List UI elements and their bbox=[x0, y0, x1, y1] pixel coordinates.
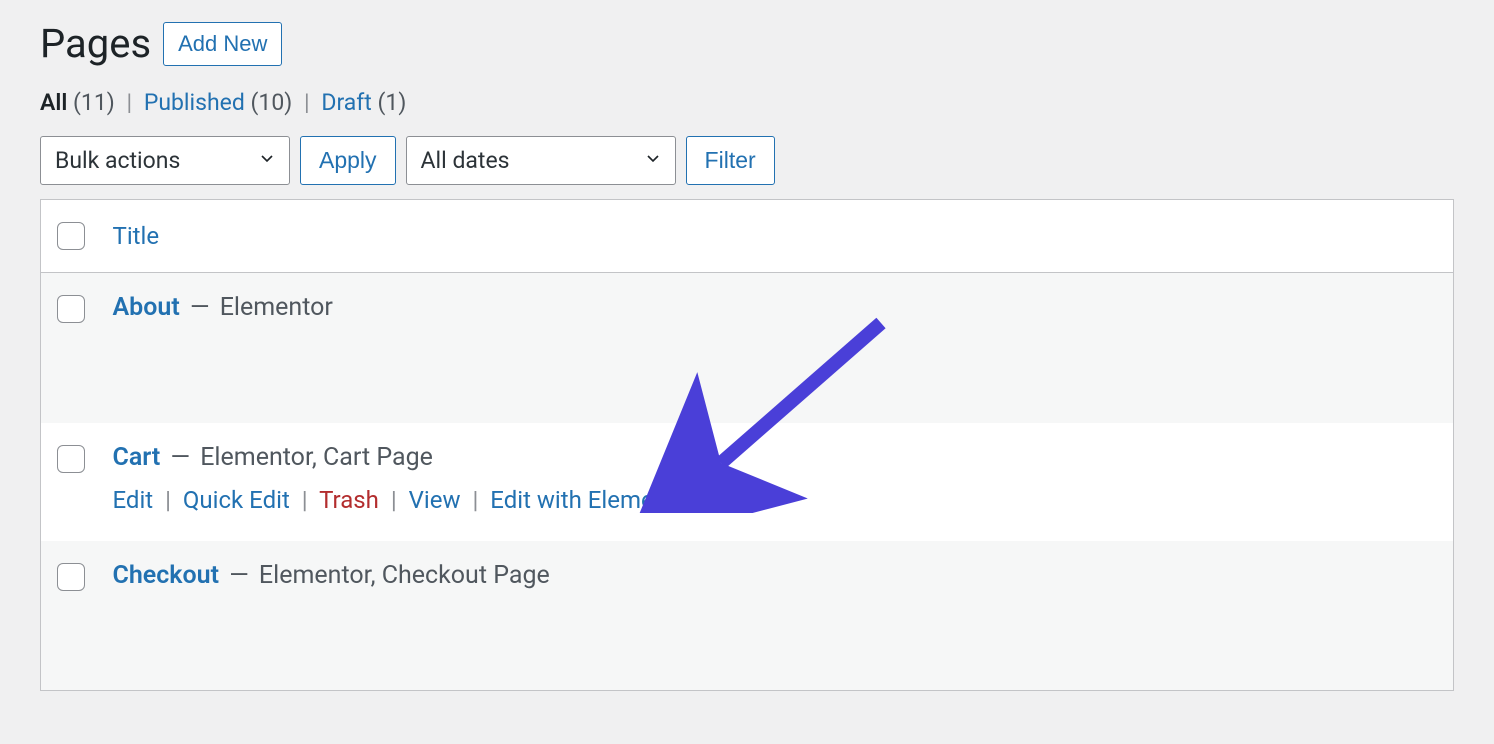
title-separator: — bbox=[229, 561, 249, 590]
bulk-actions-select[interactable]: Bulk actions bbox=[40, 136, 290, 185]
page-suffix: Elementor, Checkout Page bbox=[259, 561, 550, 590]
table-row: About — Elementor bbox=[41, 273, 1454, 423]
filter-published-label: Published bbox=[144, 89, 245, 116]
filter-published[interactable]: Published (10) bbox=[144, 89, 298, 116]
page-title: Pages bbox=[40, 20, 151, 67]
filter-published-count: (10) bbox=[251, 89, 293, 116]
page-suffix: Elementor bbox=[220, 293, 333, 322]
quick-edit-link[interactable]: Quick Edit bbox=[183, 486, 290, 514]
filter-draft[interactable]: Draft (1) bbox=[321, 89, 406, 116]
filter-draft-count: (1) bbox=[378, 89, 407, 116]
page-suffix: Elementor, Cart Page bbox=[200, 443, 433, 472]
filter-all[interactable]: All (11) bbox=[40, 89, 120, 116]
page-title-link[interactable]: Checkout bbox=[113, 561, 219, 590]
title-separator: — bbox=[170, 443, 190, 472]
row-checkbox[interactable] bbox=[57, 445, 85, 473]
status-filter-links: All (11) | Published (10) | Draft (1) bbox=[40, 89, 1454, 116]
chevron-down-icon bbox=[643, 147, 663, 174]
row-checkbox[interactable] bbox=[57, 563, 85, 591]
edit-link[interactable]: Edit bbox=[113, 486, 154, 514]
filter-all-label: All bbox=[40, 89, 67, 116]
bulk-actions-label: Bulk actions bbox=[55, 147, 180, 174]
row-checkbox[interactable] bbox=[57, 295, 85, 323]
edit-with-elementor-link[interactable]: Edit with Elementor bbox=[490, 486, 696, 514]
table-row: Cart — Elementor, Cart Page Edit | Quick… bbox=[41, 423, 1454, 541]
table-row: Checkout — Elementor, Checkout Page bbox=[41, 541, 1454, 691]
filter-toolbar: Bulk actions Apply All dates Filter bbox=[40, 136, 1454, 185]
add-new-button[interactable]: Add New bbox=[163, 22, 282, 66]
select-all-checkbox[interactable] bbox=[57, 222, 85, 250]
trash-link[interactable]: Trash bbox=[319, 486, 379, 514]
filter-all-count: (11) bbox=[73, 89, 115, 116]
title-separator: — bbox=[190, 293, 210, 322]
dates-select[interactable]: All dates bbox=[406, 136, 676, 185]
row-actions: Edit | Quick Edit | Trash | View | Edit … bbox=[113, 486, 1442, 514]
view-link[interactable]: View bbox=[409, 486, 461, 514]
pages-table: Title About — Elementor Cart bbox=[40, 199, 1454, 691]
filter-draft-label: Draft bbox=[321, 89, 371, 116]
apply-button[interactable]: Apply bbox=[300, 136, 396, 185]
filter-button[interactable]: Filter bbox=[686, 136, 775, 185]
table-header-row: Title bbox=[41, 200, 1454, 273]
page-title-link[interactable]: Cart bbox=[113, 443, 161, 472]
column-title-sort[interactable]: Title bbox=[113, 222, 160, 250]
chevron-down-icon bbox=[257, 147, 277, 174]
dates-label: All dates bbox=[421, 147, 510, 174]
page-title-link[interactable]: About bbox=[113, 293, 180, 322]
